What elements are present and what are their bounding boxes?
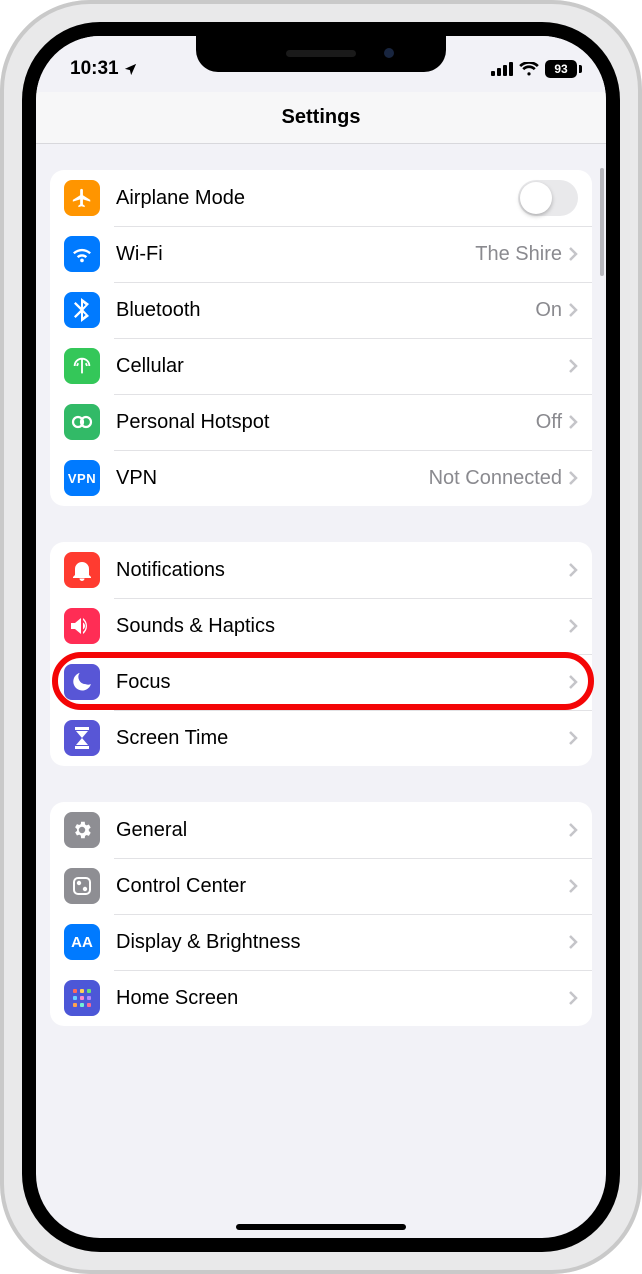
cellular-signal-icon [491, 62, 513, 76]
airplane-icon [64, 180, 100, 216]
row-value: The Shire [475, 243, 562, 266]
chevron-right-icon [568, 878, 578, 894]
front-camera [384, 48, 394, 58]
speaker-grille [286, 50, 356, 57]
battery-indicator: 93 [545, 60, 582, 78]
row-focus[interactable]: Focus [50, 654, 592, 710]
chevron-right-icon [568, 822, 578, 838]
settings-group-connectivity: Airplane Mode Wi-Fi The Shire [50, 170, 592, 506]
chevron-right-icon [568, 246, 578, 262]
chevron-right-icon [568, 358, 578, 374]
row-value: Not Connected [429, 467, 562, 490]
wifi-icon [519, 62, 539, 76]
settings-group-general: General Control Center AA [50, 802, 592, 1026]
screen: 10:31 93 Settin [36, 36, 606, 1238]
row-personal-hotspot[interactable]: Personal Hotspot Off [50, 394, 592, 450]
row-sounds-haptics[interactable]: Sounds & Haptics [50, 598, 592, 654]
row-screen-time[interactable]: Screen Time [50, 710, 592, 766]
focus-moon-icon [64, 664, 100, 700]
row-label: Control Center [116, 875, 568, 898]
home-screen-icon [64, 980, 100, 1016]
chevron-right-icon [568, 302, 578, 318]
row-airplane-mode[interactable]: Airplane Mode [50, 170, 592, 226]
chevron-right-icon [568, 414, 578, 430]
chevron-right-icon [568, 618, 578, 634]
device-frame: 10:31 93 Settin [0, 0, 642, 1274]
chevron-right-icon [568, 934, 578, 950]
chevron-right-icon [568, 470, 578, 486]
row-label: VPN [116, 467, 429, 490]
nav-bar: Settings [36, 92, 606, 144]
notifications-icon [64, 552, 100, 588]
notch [196, 36, 446, 72]
row-control-center[interactable]: Control Center [50, 858, 592, 914]
row-wifi[interactable]: Wi-Fi The Shire [50, 226, 592, 282]
row-label: Display & Brightness [116, 931, 568, 954]
page-title: Settings [282, 106, 361, 129]
sounds-icon [64, 608, 100, 644]
chevron-right-icon [568, 990, 578, 1006]
row-value: Off [536, 411, 562, 434]
location-icon [123, 62, 138, 77]
row-bluetooth[interactable]: Bluetooth On [50, 282, 592, 338]
row-label: Bluetooth [116, 299, 535, 322]
chevron-right-icon [568, 730, 578, 746]
settings-group-attention: Notifications Sounds & Haptics [50, 542, 592, 766]
battery-percent: 93 [554, 62, 567, 76]
chevron-right-icon [568, 674, 578, 690]
row-label: General [116, 819, 568, 842]
row-display-brightness[interactable]: AA Display & Brightness [50, 914, 592, 970]
hotspot-icon [64, 404, 100, 440]
chevron-right-icon [568, 562, 578, 578]
row-label: Personal Hotspot [116, 411, 536, 434]
control-center-icon [64, 868, 100, 904]
row-label: Airplane Mode [116, 187, 518, 210]
row-vpn[interactable]: VPN VPN Not Connected [50, 450, 592, 506]
row-value: On [535, 299, 562, 322]
home-indicator[interactable] [236, 1224, 406, 1230]
cellular-icon [64, 348, 100, 384]
settings-content: Airplane Mode Wi-Fi The Shire [36, 144, 606, 1238]
row-label: Wi-Fi [116, 243, 475, 266]
wifi-icon [64, 236, 100, 272]
row-home-screen[interactable]: Home Screen [50, 970, 592, 1026]
row-label: Sounds & Haptics [116, 615, 568, 638]
row-label: Screen Time [116, 727, 568, 750]
bluetooth-icon [64, 292, 100, 328]
row-label: Notifications [116, 559, 568, 582]
vpn-icon: VPN [64, 460, 100, 496]
airplane-toggle[interactable] [518, 180, 578, 216]
status-time: 10:31 [70, 58, 119, 80]
device-bezel: 10:31 93 Settin [22, 22, 620, 1252]
row-label: Focus [116, 671, 568, 694]
row-notifications[interactable]: Notifications [50, 542, 592, 598]
screen-time-icon [64, 720, 100, 756]
row-general[interactable]: General [50, 802, 592, 858]
row-label: Cellular [116, 355, 568, 378]
row-label: Home Screen [116, 987, 568, 1010]
row-cellular[interactable]: Cellular [50, 338, 592, 394]
general-gear-icon [64, 812, 100, 848]
display-brightness-icon: AA [64, 924, 100, 960]
